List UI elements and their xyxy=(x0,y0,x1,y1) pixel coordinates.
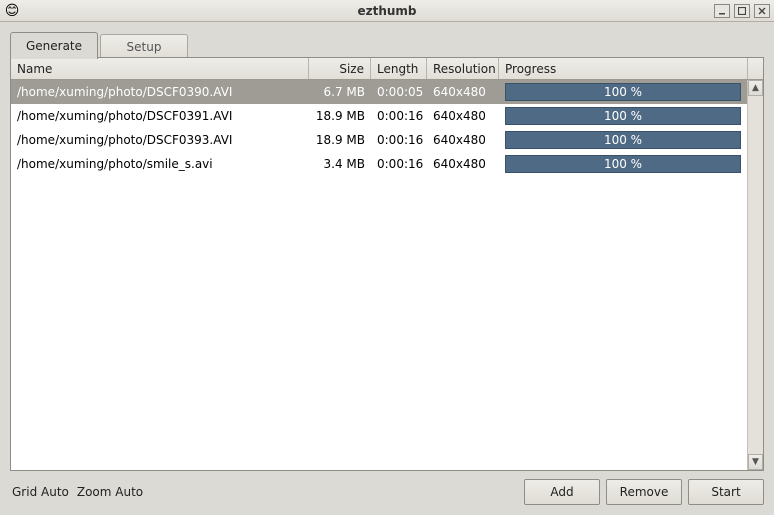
progress-bar: 100 % xyxy=(505,155,741,173)
cell-name: /home/xuming/photo/DSCF0390.AVI xyxy=(11,85,309,99)
table-row[interactable]: /home/xuming/photo/DSCF0391.AVI18.9 MB0:… xyxy=(11,104,747,128)
cell-resolution: 640x480 xyxy=(427,157,499,171)
window-titlebar: 😊 ezthumb xyxy=(0,0,774,22)
add-button[interactable]: Add xyxy=(524,479,600,505)
header-progress[interactable]: Progress xyxy=(499,58,747,79)
table-row[interactable]: /home/xuming/photo/DSCF0393.AVI18.9 MB0:… xyxy=(11,128,747,152)
progress-bar: 100 % xyxy=(505,131,741,149)
header-size[interactable]: Size xyxy=(309,58,371,79)
table-row[interactable]: /home/xuming/photo/DSCF0390.AVI6.7 MB0:0… xyxy=(11,80,747,104)
scroll-track[interactable] xyxy=(748,96,763,454)
cell-length: 0:00:16 xyxy=(371,157,427,171)
cell-progress: 100 % xyxy=(499,83,747,101)
progress-bar: 100 % xyxy=(505,107,741,125)
cell-name: /home/xuming/photo/smile_s.avi xyxy=(11,157,309,171)
status-zoom: Zoom Auto xyxy=(77,485,143,499)
window-title: ezthumb xyxy=(0,4,774,18)
cell-length: 0:00:16 xyxy=(371,133,427,147)
table-row[interactable]: /home/xuming/photo/smile_s.avi3.4 MB0:00… xyxy=(11,152,747,176)
start-button[interactable]: Start xyxy=(688,479,764,505)
cell-resolution: 640x480 xyxy=(427,109,499,123)
vertical-scrollbar[interactable]: ▲ ▼ xyxy=(747,80,763,470)
remove-button[interactable]: Remove xyxy=(606,479,682,505)
table-header: Name Size Length Resolution Progress xyxy=(11,58,763,80)
cell-size: 6.7 MB xyxy=(309,85,371,99)
cell-length: 0:00:05 xyxy=(371,85,427,99)
cell-size: 18.9 MB xyxy=(309,133,371,147)
table-body: /home/xuming/photo/DSCF0390.AVI6.7 MB0:0… xyxy=(11,80,763,470)
cell-size: 18.9 MB xyxy=(309,109,371,123)
minimize-button[interactable] xyxy=(714,4,730,18)
tab-bar: Generate Setup xyxy=(10,32,764,58)
cell-progress: 100 % xyxy=(499,131,747,149)
header-length[interactable]: Length xyxy=(371,58,427,79)
bottom-bar: Grid Auto Zoom Auto Add Remove Start xyxy=(10,477,764,507)
status-text: Grid Auto Zoom Auto xyxy=(10,485,518,499)
progress-bar: 100 % xyxy=(505,83,741,101)
window-controls xyxy=(714,4,770,18)
cell-progress: 100 % xyxy=(499,107,747,125)
cell-resolution: 640x480 xyxy=(427,133,499,147)
file-table: Name Size Length Resolution Progress /ho… xyxy=(10,57,764,471)
cell-name: /home/xuming/photo/DSCF0393.AVI xyxy=(11,133,309,147)
header-scroll-spacer xyxy=(747,58,763,79)
client-area: Generate Setup Name Size Length Resoluti… xyxy=(0,22,774,515)
status-grid: Grid Auto xyxy=(12,485,69,499)
header-name[interactable]: Name xyxy=(11,58,309,79)
tab-setup[interactable]: Setup xyxy=(100,34,188,58)
cell-progress: 100 % xyxy=(499,155,747,173)
scroll-up-icon[interactable]: ▲ xyxy=(748,80,763,96)
cell-resolution: 640x480 xyxy=(427,85,499,99)
close-button[interactable] xyxy=(754,4,770,18)
cell-name: /home/xuming/photo/DSCF0391.AVI xyxy=(11,109,309,123)
cell-length: 0:00:16 xyxy=(371,109,427,123)
cell-size: 3.4 MB xyxy=(309,157,371,171)
app-icon: 😊 xyxy=(4,3,20,19)
scroll-down-icon[interactable]: ▼ xyxy=(748,454,763,470)
header-resolution[interactable]: Resolution xyxy=(427,58,499,79)
tab-generate[interactable]: Generate xyxy=(10,32,98,59)
maximize-button[interactable] xyxy=(734,4,750,18)
